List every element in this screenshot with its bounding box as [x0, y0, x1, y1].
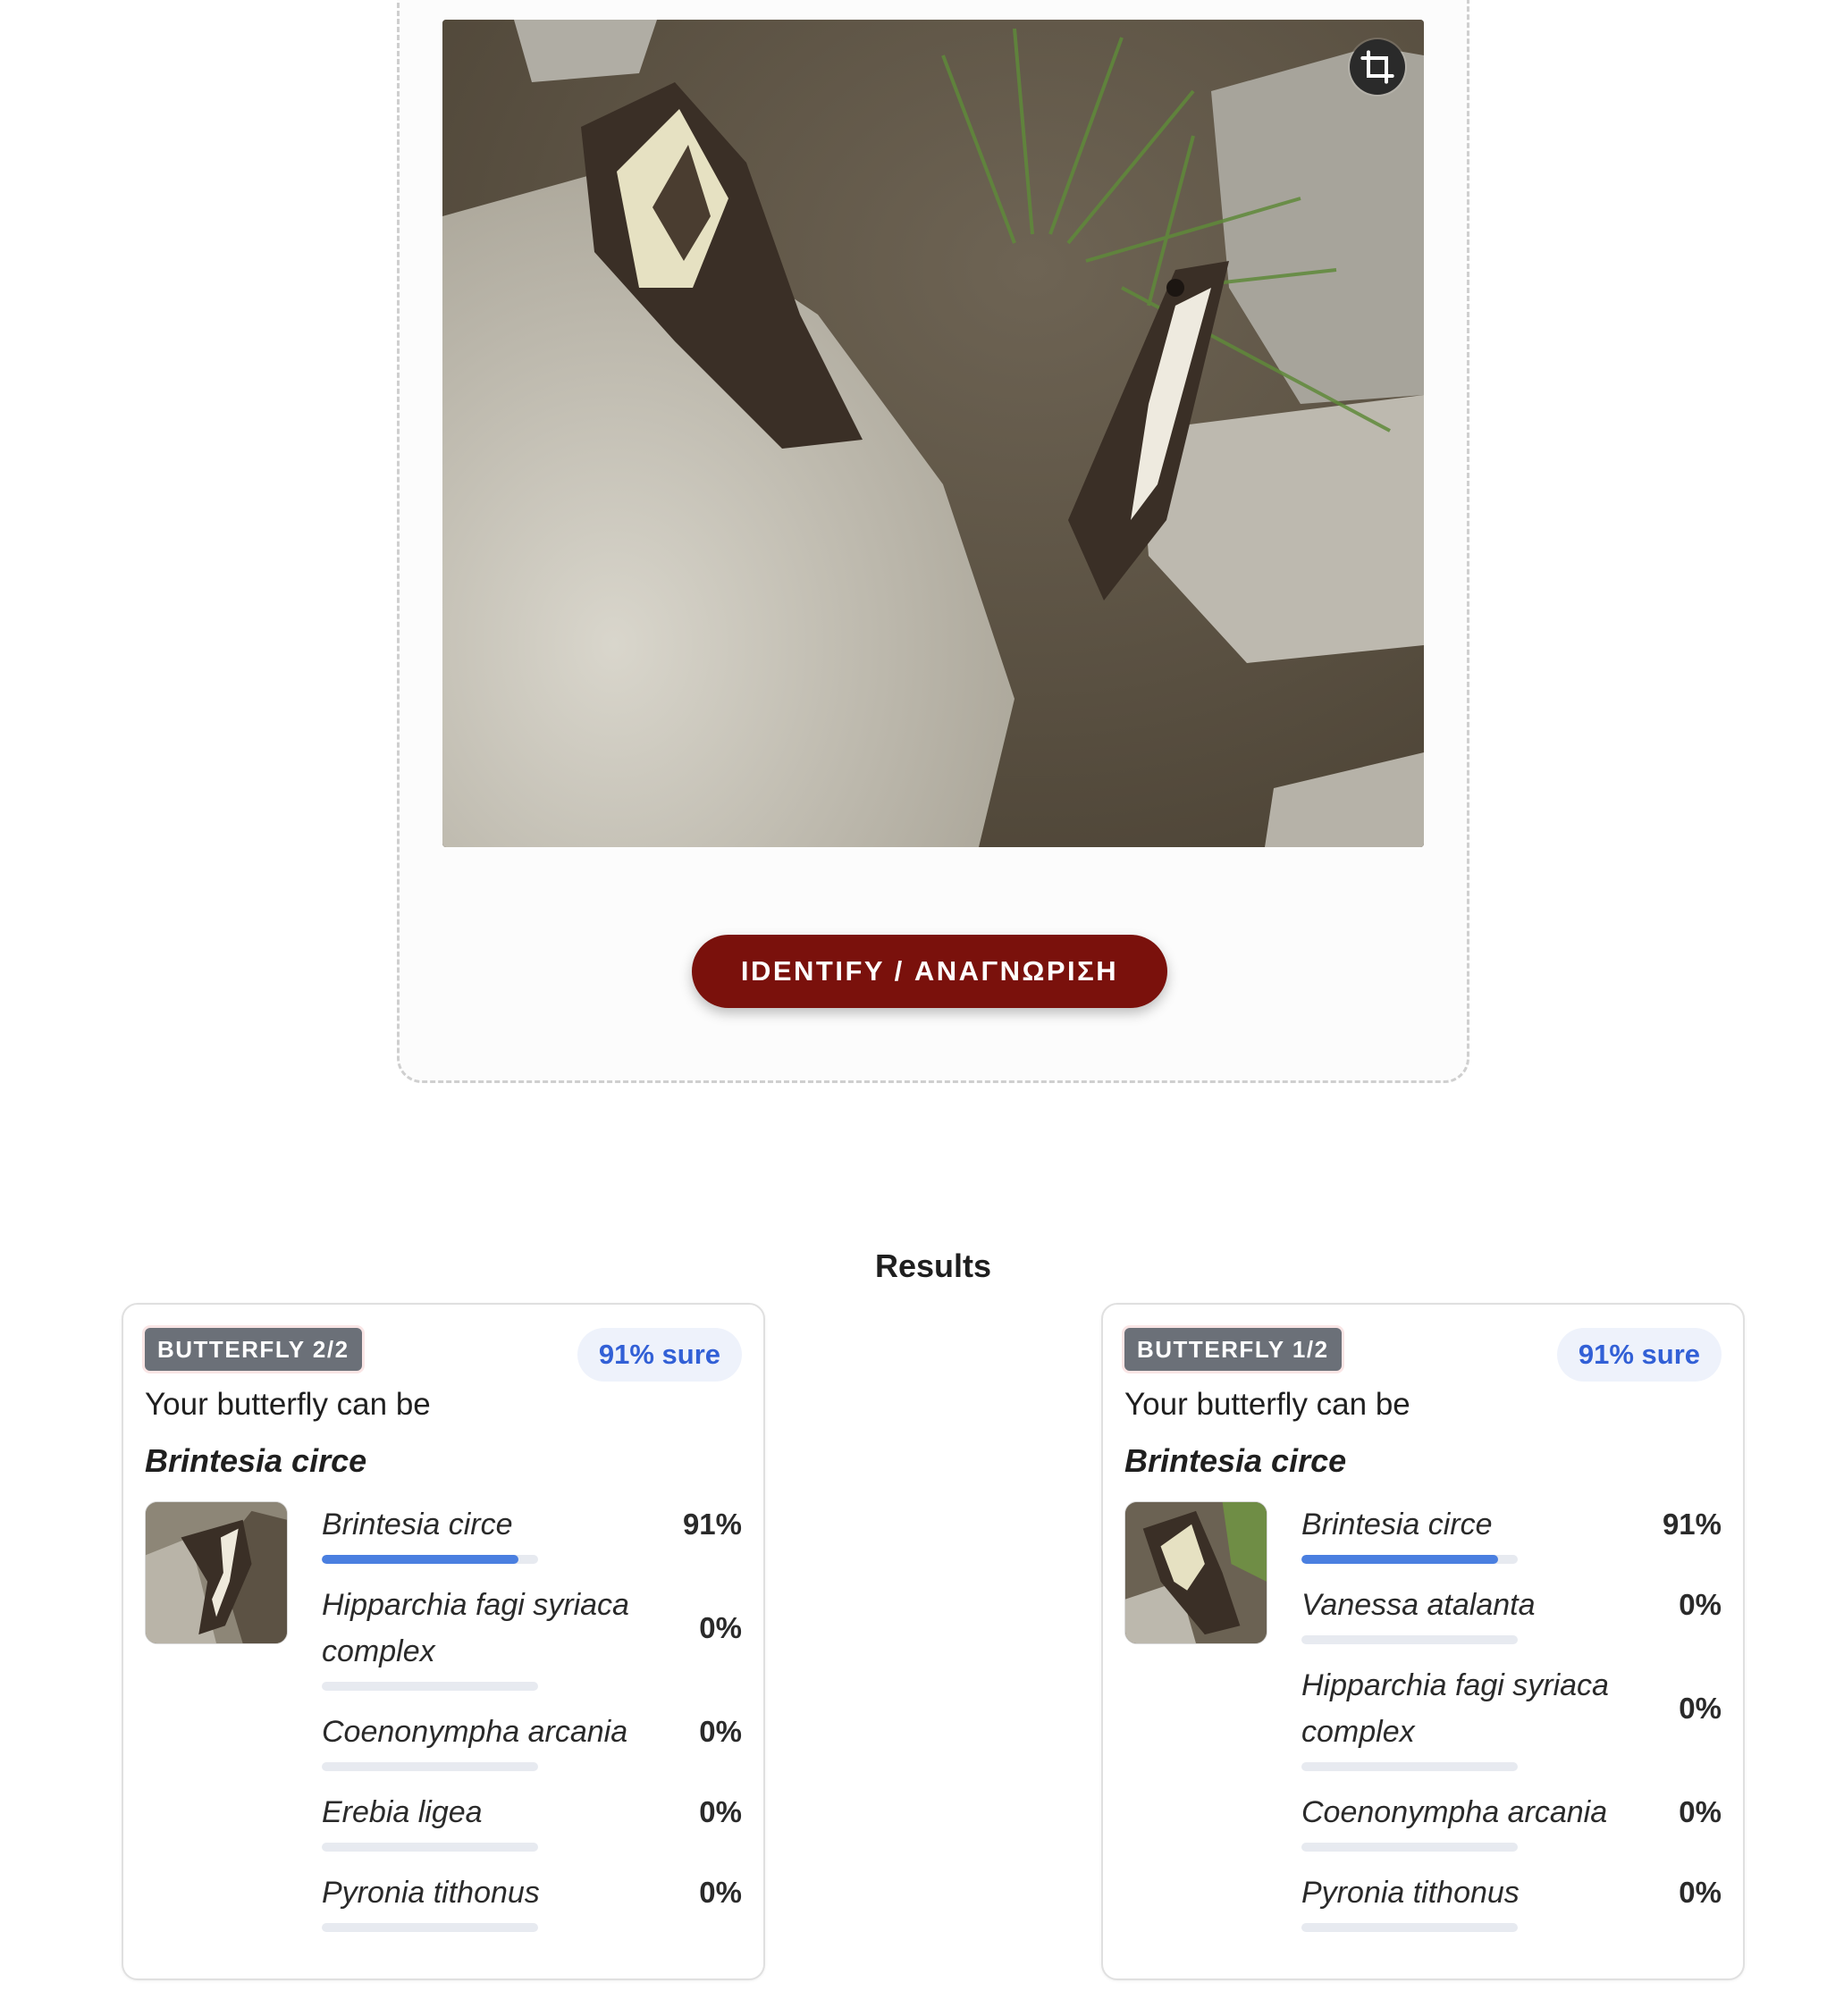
uploaded-butterfly-photo: [442, 20, 1424, 847]
prediction-name: Vanessa atalanta: [1301, 1588, 1536, 1622]
prediction-value: 0%: [699, 1876, 742, 1909]
prediction-item: Pyronia tithonus 0%: [322, 1869, 742, 1932]
result-intro: Your butterfly can be: [1124, 1387, 1410, 1422]
prediction-item: Hipparchia fagi syriaca complex 0%: [1301, 1662, 1722, 1771]
crop-icon: [1360, 49, 1395, 85]
prediction-value: 0%: [1679, 1692, 1722, 1725]
crop-button[interactable]: [1350, 39, 1405, 95]
prediction-bar: [322, 1682, 538, 1691]
prediction-item: Coenonympha arcania 0%: [1301, 1789, 1722, 1852]
butterfly-thumbnail: [1124, 1501, 1267, 1644]
identify-button[interactable]: IDENTIFY / ΑΝΑΓΝΩΡΙΣΗ: [692, 935, 1167, 1008]
prediction-name: Erebia ligea: [322, 1795, 483, 1829]
prediction-list: Brintesia circe 91% Vanessa atalanta 0% …: [1301, 1501, 1722, 1950]
prediction-value: 0%: [1679, 1588, 1722, 1621]
prediction-bar: [1301, 1555, 1518, 1564]
prediction-item: Brintesia circe 91%: [1301, 1501, 1722, 1564]
prediction-name: Coenonympha arcania: [1301, 1795, 1608, 1829]
confidence-pill: 91% sure: [1556, 1328, 1722, 1382]
butterfly-badge: BUTTERFLY 1/2: [1124, 1328, 1342, 1371]
prediction-bar: [322, 1923, 538, 1932]
prediction-bar: [1301, 1923, 1518, 1932]
confidence-pill: 91% sure: [577, 1328, 742, 1382]
prediction-value: 0%: [699, 1795, 742, 1828]
prediction-item: Hipparchia fagi syriaca complex 0%: [322, 1582, 742, 1691]
prediction-bar: [1301, 1635, 1518, 1644]
butterfly-badge: BUTTERFLY 2/2: [145, 1328, 362, 1371]
result-card-butterfly-2: BUTTERFLY 2/2 91% sure Your butterfly ca…: [122, 1303, 765, 1980]
prediction-item: Vanessa atalanta 0%: [1301, 1582, 1722, 1644]
result-intro: Your butterfly can be: [145, 1387, 431, 1422]
prediction-item: Pyronia tithonus 0%: [1301, 1869, 1722, 1932]
prediction-value: 91%: [682, 1508, 742, 1541]
prediction-bar: [322, 1762, 538, 1771]
top-species: Brintesia circe: [145, 1442, 367, 1479]
prediction-name: Hipparchia fagi syriaca complex: [322, 1588, 629, 1668]
prediction-value: 0%: [1679, 1795, 1722, 1828]
prediction-bar-fill: [1301, 1555, 1499, 1564]
prediction-bar: [1301, 1843, 1518, 1852]
prediction-name: Pyronia tithonus: [322, 1876, 540, 1910]
prediction-name: Brintesia circe: [322, 1508, 513, 1541]
prediction-value: 0%: [1679, 1876, 1722, 1909]
prediction-value: 91%: [1662, 1508, 1722, 1541]
prediction-bar: [322, 1843, 538, 1852]
page: IDENTIFY / ΑΝΑΓΝΩΡΙΣΗ Results BUTTERFLY …: [0, 0, 1827, 2016]
result-card-butterfly-1: BUTTERFLY 1/2 91% sure Your butterfly ca…: [1101, 1303, 1745, 1980]
top-species: Brintesia circe: [1124, 1442, 1347, 1479]
prediction-name: Hipparchia fagi syriaca complex: [1301, 1668, 1609, 1749]
prediction-item: Erebia ligea 0%: [322, 1789, 742, 1852]
prediction-bar-fill: [322, 1555, 519, 1564]
butterfly-thumbnail: [145, 1501, 288, 1644]
prediction-list: Brintesia circe 91% Hipparchia fagi syri…: [322, 1501, 742, 1950]
results-title: Results: [874, 1247, 992, 1284]
prediction-item: Coenonympha arcania 0%: [322, 1709, 742, 1771]
prediction-item: Brintesia circe 91%: [322, 1501, 742, 1564]
prediction-value: 0%: [699, 1715, 742, 1748]
prediction-bar: [1301, 1762, 1518, 1771]
prediction-name: Coenonympha arcania: [322, 1715, 628, 1749]
prediction-name: Brintesia circe: [1301, 1508, 1493, 1541]
prediction-value: 0%: [699, 1611, 742, 1644]
prediction-bar: [322, 1555, 538, 1564]
prediction-name: Pyronia tithonus: [1301, 1876, 1520, 1910]
